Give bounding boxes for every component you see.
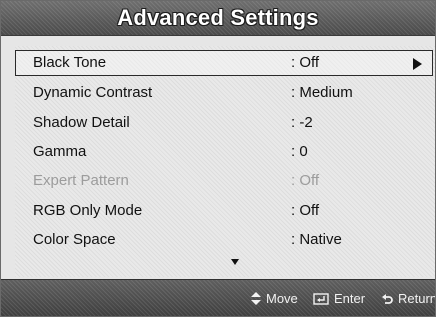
menu-item-value: : -2 — [291, 114, 313, 131]
menu-item-label: Expert Pattern — [33, 172, 129, 189]
return-hint: Return — [381, 290, 436, 307]
settings-list: Black Tone : Off Dynamic Contrast : Medi… — [15, 46, 435, 277]
enter-icon — [313, 292, 329, 305]
menu-item-label: Dynamic Contrast — [33, 84, 153, 101]
menu-item-black-tone[interactable]: Black Tone : Off — [15, 50, 433, 76]
menu-item-value: : Off — [291, 202, 320, 219]
return-label: Return — [398, 291, 436, 307]
menu-item-value: : 0 — [291, 143, 308, 160]
scroll-down-icon[interactable] — [231, 259, 239, 265]
advanced-settings-panel: Advanced Settings Black Tone : Off Dynam… — [0, 0, 436, 317]
menu-item-value: : Native — [291, 231, 342, 248]
menu-item-value: : Off — [291, 54, 320, 71]
title-bar: Advanced Settings — [1, 1, 435, 36]
menu-item-rgb-only-mode[interactable]: RGB Only Mode : Off — [15, 198, 433, 224]
menu-item-label: Shadow Detail — [33, 114, 130, 131]
menu-item-label: Black Tone — [33, 54, 107, 71]
page-title: Advanced Settings — [117, 5, 319, 30]
updown-arrow-icon — [251, 292, 261, 306]
enter-hint: Enter — [313, 290, 365, 306]
move-hint: Move — [251, 290, 298, 306]
menu-item-color-space[interactable]: Color Space : Native — [15, 227, 433, 253]
enter-label: Enter — [334, 291, 366, 307]
chevron-right-icon[interactable] — [413, 58, 422, 70]
move-label: Move — [266, 291, 298, 307]
menu-item-value: : Off — [291, 172, 320, 189]
menu-item-value: : Medium — [291, 84, 353, 101]
menu-item-label: RGB Only Mode — [33, 202, 143, 219]
menu-item-shadow-detail[interactable]: Shadow Detail : -2 — [15, 110, 433, 136]
menu-item-dynamic-contrast[interactable]: Dynamic Contrast : Medium — [15, 80, 433, 106]
menu-item-gamma[interactable]: Gamma : 0 — [15, 139, 433, 165]
menu-item-label: Color Space — [33, 231, 116, 248]
footer-hints: Move Enter Return — [1, 279, 435, 316]
menu-item-label: Gamma — [33, 143, 87, 160]
menu-item-expert-pattern: Expert Pattern : Off — [15, 168, 433, 194]
return-icon — [381, 292, 393, 305]
